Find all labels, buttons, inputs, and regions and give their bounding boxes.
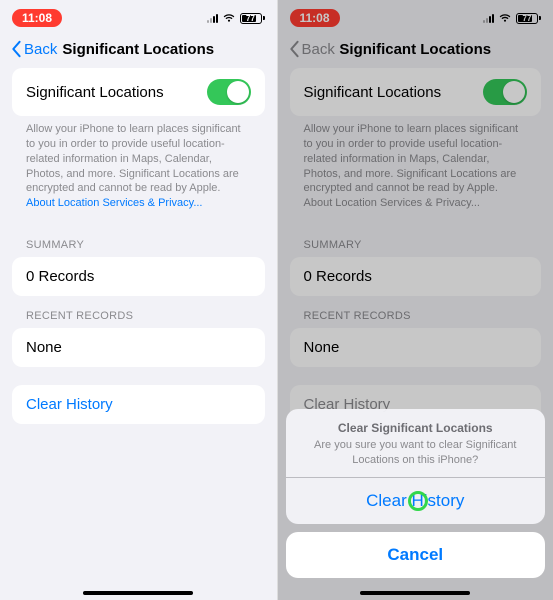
back-label: Back [24, 41, 57, 58]
recent-records-header: RECENT RECORDS [12, 296, 265, 328]
significant-locations-toggle-row[interactable]: Significant Locations [12, 68, 265, 116]
highlight-ring-icon [408, 491, 428, 511]
confirm-clear-history-button[interactable]: Clear History [286, 477, 546, 524]
about-privacy-link[interactable]: About Location Services & Privacy... [26, 197, 203, 209]
status-time-pill: 11:08 [12, 9, 62, 27]
chevron-left-icon [10, 40, 22, 58]
summary-records-row[interactable]: 0 Records [12, 257, 265, 296]
back-button[interactable]: Back [10, 40, 57, 58]
toggle-switch[interactable] [207, 79, 251, 105]
wifi-icon [222, 13, 236, 23]
navigation-bar: Back Significant Locations [0, 32, 277, 68]
home-indicator[interactable] [83, 591, 193, 595]
toggle-label: Significant Locations [26, 84, 164, 101]
recent-value: None [26, 339, 62, 356]
cancel-button[interactable]: Cancel [286, 532, 546, 578]
home-indicator[interactable] [360, 591, 470, 595]
phone-screen-right: 11:08 77 Back Significant Locations Sign… [277, 0, 553, 600]
action-sheet-card: Clear Significant Locations Are you sure… [286, 409, 546, 524]
recent-records-row[interactable]: None [12, 328, 265, 367]
summary-header: SUMMARY [12, 225, 265, 257]
action-sheet-title: Clear Significant Locations [300, 421, 532, 435]
action-sheet-message: Are you sure you want to clear Significa… [300, 438, 532, 467]
action-sheet-header: Clear Significant Locations Are you sure… [286, 409, 546, 477]
cellular-signal-icon [207, 13, 218, 23]
phone-screen-left: 11:08 77 Back Significant Locations Sign… [0, 0, 277, 600]
action-sheet: Clear Significant Locations Are you sure… [286, 409, 546, 578]
battery-percent: 77 [246, 14, 255, 23]
explainer-text: Allow your iPhone to learn places signif… [12, 116, 265, 225]
status-bar: 11:08 77 [0, 0, 277, 32]
content: Significant Locations Allow your iPhone … [0, 68, 277, 424]
status-indicators: 77 [207, 13, 265, 24]
battery-icon: 77 [240, 13, 265, 24]
summary-value: 0 Records [26, 268, 94, 285]
clear-history-button[interactable]: Clear History [12, 385, 265, 424]
